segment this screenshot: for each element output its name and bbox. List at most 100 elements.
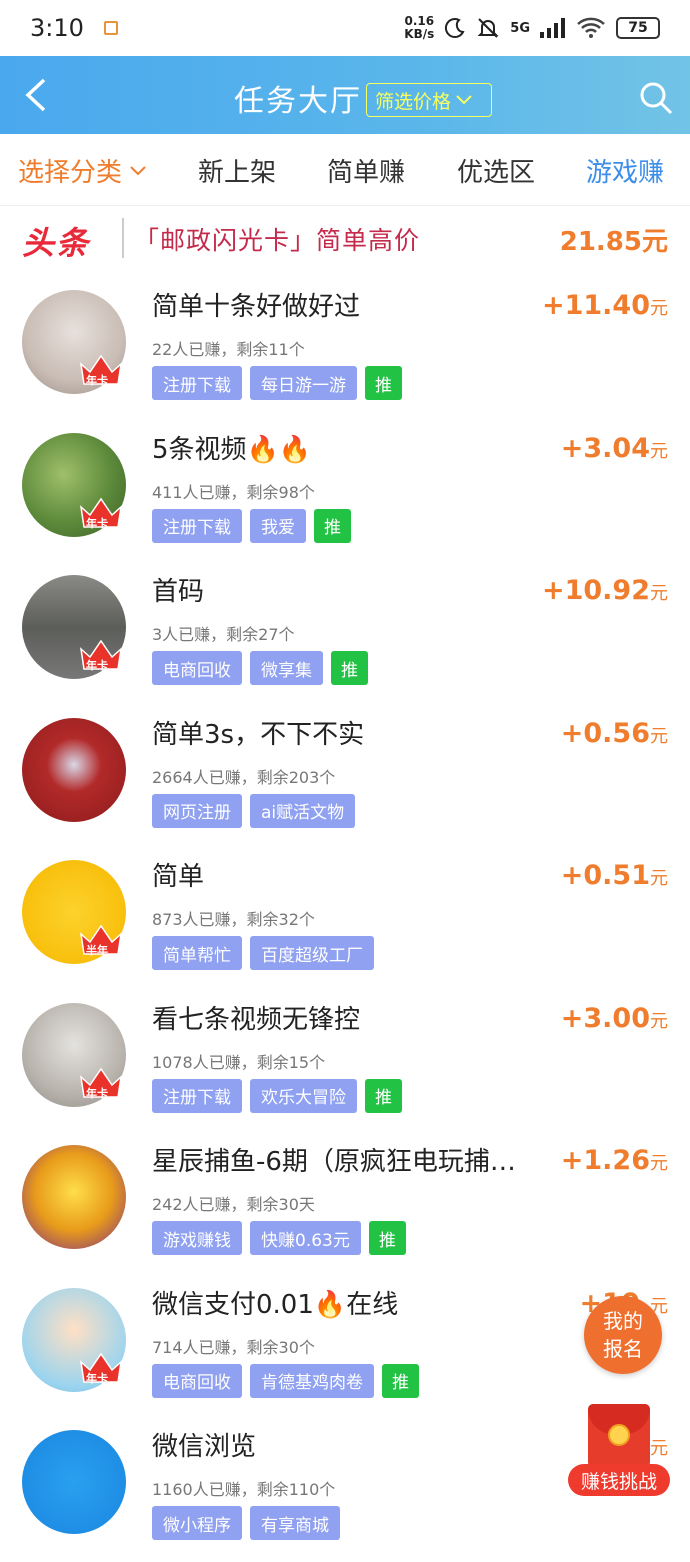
task-price: +3.04元 — [561, 433, 668, 464]
task-tag: 百度超级工厂 — [250, 936, 374, 970]
avatar — [22, 717, 126, 822]
task-stats: 1160人已赚，剩余110个 — [152, 1480, 336, 1499]
task-tag: 注册下载 — [152, 1078, 242, 1113]
task-item[interactable]: 星辰捕鱼-6期（原疯狂电玩捕… 242人已赚，剩余30天 游戏赚钱 快赚0.63元推 +… — [0, 1135, 690, 1277]
recommend-tag: 推 — [365, 366, 402, 400]
app-header: 任务大厅 筛选价格 — [0, 56, 690, 134]
price-unit: 元 — [650, 298, 668, 319]
chevron-down-icon — [456, 95, 472, 105]
task-title: 5条视频🔥🔥 — [152, 434, 312, 465]
task-tag: 微小程序 — [152, 1506, 242, 1540]
task-tag: 简单帮忙 — [152, 936, 242, 970]
task-item[interactable]: 年卡 首码 3人已赚，剩余27个电商回收 微享集推 +10.92元 — [0, 565, 690, 707]
filter-price-button[interactable]: 筛选价格 — [366, 83, 492, 117]
task-title: 简单 — [152, 862, 205, 892]
task-title: 星辰捕鱼-6期（原疯狂电玩捕… — [152, 1147, 516, 1177]
task-tags: 注册下载 欢乐大冒险推 — [152, 1078, 402, 1113]
task-tags: 电商回收 微享集推 — [152, 651, 368, 685]
task-price: +11.40元 — [542, 290, 668, 321]
status-indicators: 0.16 KB/s 5G 75 — [404, 15, 660, 41]
price-unit: 元 — [650, 583, 668, 604]
task-price: +0.51元 — [561, 860, 668, 891]
task-tag: 网页注册 — [152, 793, 242, 828]
task-tag: 欢乐大冒险 — [250, 1078, 357, 1113]
task-tag: 游戏赚钱 — [152, 1221, 242, 1255]
task-tags: 注册下载 每日游一游推 — [152, 366, 402, 400]
task-stats: 714人已赚，剩余30个 — [152, 1337, 315, 1357]
notification-icon — [103, 21, 118, 35]
task-tags: 电商回收 肯德基鸡肉卷推 — [152, 1363, 419, 1398]
task-price: +0.56元 — [561, 718, 668, 749]
price-value: +3.04 — [560, 432, 650, 464]
task-title: 看七条视频无锋控 — [152, 1004, 361, 1035]
badge-label: 年卡 — [86, 1371, 108, 1385]
task-item[interactable]: 简单3s，不下不实 2664人已赚，剩余203个 网页注册 ai赋活文物 +0.56元 — [0, 708, 690, 850]
status-time: 3:10 — [30, 14, 84, 42]
badge-label: 年卡 — [86, 659, 108, 672]
avatar — [22, 1145, 126, 1249]
recommend-tag: 推 — [365, 1078, 402, 1113]
headline-banner[interactable]: 头条 「邮政闪光卡」简单高价 21.85元 — [0, 206, 690, 272]
badge-label: 年卡 — [86, 1086, 108, 1100]
task-tag: 电商回收 — [152, 651, 242, 685]
tab-label: 选择分类 — [18, 158, 123, 188]
task-title: 微信浏览 — [152, 1432, 257, 1462]
status-bar: 3:10 0.16 KB/s 5G 75 — [0, 0, 690, 56]
headline-price: 21.85元 — [559, 227, 668, 257]
my-signup-button[interactable]: 我的报名 — [584, 1296, 662, 1374]
earn-challenge-label: 赚钱挑战 — [568, 1464, 670, 1496]
tab-select-category[interactable]: 选择分类 — [18, 152, 148, 189]
task-item[interactable]: 年卡 看七条视频无锋控 1078人已赚，剩余15个注册下载 欢乐大冒险推 +3.00元 — [0, 993, 690, 1135]
tab-simple[interactable]: 简单赚 — [327, 152, 405, 189]
headline-text: 「邮政闪光卡」简单高价 — [134, 226, 421, 255]
search-icon[interactable] — [638, 80, 674, 116]
badge-label: 年卡 — [86, 374, 108, 387]
task-price: +3.00元 — [561, 1003, 668, 1034]
price-value: +10.92 — [541, 575, 650, 606]
price-value: +3.00 — [560, 1002, 650, 1034]
recommend-tag: 推 — [314, 508, 351, 543]
task-title: 微信支付0.01🔥在线 — [152, 1289, 399, 1320]
task-title: 首码 — [152, 577, 205, 607]
task-tags: 微小程序 有享商城 — [152, 1506, 340, 1540]
price-value: +0.51 — [560, 860, 650, 891]
task-item[interactable]: 年卡 5条视频🔥🔥 411人已赚，剩余98个 注册下载 我爱推 +3.04元 — [0, 423, 690, 565]
moon-icon — [445, 18, 465, 39]
headline-source: 头条 — [22, 224, 91, 262]
price-unit: 元 — [650, 440, 668, 462]
recommend-tag: 推 — [331, 651, 368, 685]
task-stats: 1078人已赚，剩余15个 — [152, 1052, 326, 1072]
task-tags: 游戏赚钱 快赚0.63元推 — [152, 1221, 406, 1255]
task-item[interactable]: 年卡 简单十条好做好过 22人已赚，剩余11个 注册下载 每日游一游推 +11.40元 — [0, 280, 690, 422]
task-stats: 3人已赚，剩余27个 — [152, 625, 295, 644]
mute-bell-icon — [477, 18, 499, 38]
wifi-icon — [577, 17, 605, 38]
my-signup-label: 我的报名 — [603, 1309, 643, 1361]
task-stats: 411人已赚，剩余98个 — [152, 482, 315, 502]
task-tag: ai赋活文物 — [250, 793, 356, 828]
price-value: +0.56 — [560, 717, 650, 749]
task-stats: 242人已赚，剩余30天 — [152, 1195, 315, 1214]
task-item[interactable]: 半年 简单 873人已赚，剩余32个 简单帮忙 百度超级工厂 +0.51元 — [0, 850, 690, 992]
network-speed: 0.16 KB/s — [404, 15, 434, 41]
task-tag: 快赚0.63元 — [250, 1221, 361, 1255]
category-tabs: 选择分类 新上架 简单赚 优选区 游戏赚 — [0, 134, 690, 206]
tab-new[interactable]: 新上架 — [198, 152, 276, 189]
tab-game[interactable]: 游戏赚 — [586, 152, 664, 189]
task-title: 简单3s，不下不实 — [152, 719, 365, 750]
task-tag: 每日游一游 — [250, 366, 357, 400]
task-tags: 注册下载 我爱推 — [152, 508, 351, 543]
price-unit: 元 — [650, 1153, 668, 1174]
price-unit: 元 — [650, 725, 668, 747]
task-tag: 我爱 — [250, 508, 306, 543]
back-arrow-icon[interactable] — [22, 78, 52, 112]
recommend-tag: 推 — [382, 1363, 419, 1398]
price-unit: 元 — [650, 868, 668, 889]
tab-preferred[interactable]: 优选区 — [457, 152, 535, 189]
earn-challenge-button[interactable]: 赚钱挑战 — [568, 1404, 670, 1498]
coin-icon — [608, 1424, 630, 1446]
task-title: 简单十条好做好过 — [152, 292, 361, 322]
speed-unit: KB/s — [404, 27, 435, 41]
signal-icon — [540, 18, 565, 38]
task-tag: 电商回收 — [152, 1363, 242, 1398]
